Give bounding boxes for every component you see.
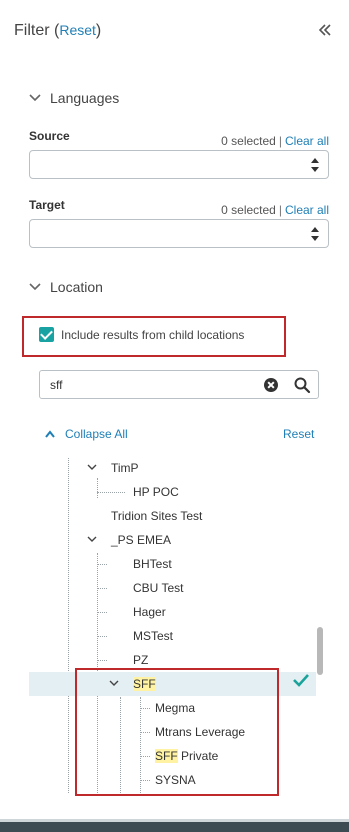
- tree-node-label[interactable]: PZ: [133, 653, 148, 667]
- location-search-box: [39, 370, 319, 399]
- target-meta: 0 selected | Clear all: [221, 203, 329, 217]
- tree-node[interactable]: CBU Test: [0, 576, 315, 600]
- tree-node[interactable]: _PS EMEA: [0, 528, 315, 552]
- double-chevron-left-icon: [318, 24, 331, 36]
- sort-arrows-icon: [311, 158, 319, 172]
- target-label: Target: [29, 198, 65, 212]
- tree-node-label[interactable]: CBU Test: [133, 581, 183, 595]
- include-child-locations-checkbox[interactable]: Include results from child locations: [39, 327, 244, 342]
- collapse-panel-button[interactable]: [315, 20, 335, 42]
- source-separator: |: [278, 134, 282, 148]
- search-icon[interactable]: [293, 376, 311, 394]
- location-search-input[interactable]: [50, 376, 250, 394]
- filter-reset-link[interactable]: Reset: [59, 22, 96, 38]
- target-selected-count: 0 selected: [221, 203, 276, 217]
- page-title: Filter (Reset): [14, 22, 101, 40]
- tree-node-label[interactable]: TimP: [111, 461, 139, 475]
- target-select[interactable]: [29, 219, 329, 248]
- source-meta: 0 selected | Clear all: [221, 134, 329, 148]
- tree-node[interactable]: TimP: [0, 456, 315, 480]
- tree-node-label[interactable]: Hager: [133, 605, 166, 619]
- clear-icon[interactable]: [264, 378, 278, 392]
- tree-node[interactable]: BHTest: [0, 552, 315, 576]
- collapse-all-label: Collapse All: [65, 427, 128, 441]
- source-selected-count: 0 selected: [221, 134, 276, 148]
- location-section-toggle[interactable]: Location: [28, 279, 103, 295]
- tree-node-label[interactable]: BHTest: [133, 557, 172, 571]
- tree-scrollbar[interactable]: [317, 627, 323, 675]
- checkbox-checked[interactable]: [39, 327, 54, 342]
- chevron-down-icon[interactable]: [87, 534, 97, 544]
- tree-node[interactable]: Tridion Sites Test: [0, 504, 315, 528]
- target-separator: |: [278, 203, 282, 217]
- highlight-box-sff-subtree: [75, 668, 279, 796]
- tree-node[interactable]: MSTest: [0, 624, 315, 648]
- tree-node-label[interactable]: MSTest: [133, 629, 173, 643]
- languages-section-title: Languages: [50, 90, 120, 106]
- source-clear-all-link[interactable]: Clear all: [285, 134, 329, 148]
- filter-title: Filter: [14, 22, 50, 39]
- collapse-all-button[interactable]: Collapse All: [44, 427, 128, 441]
- source-label: Source: [29, 129, 70, 143]
- source-select[interactable]: [29, 150, 329, 179]
- filter-panel: Filter (Reset) Languages Source 0 select…: [0, 0, 349, 832]
- chevron-down-icon: [29, 94, 41, 102]
- reset-close-paren: ): [95, 22, 102, 39]
- sort-arrows-icon: [311, 227, 319, 241]
- tree-reset-link[interactable]: Reset: [283, 427, 314, 441]
- languages-section-toggle[interactable]: Languages: [28, 90, 119, 106]
- location-section-title: Location: [50, 279, 103, 295]
- bottom-bar: [0, 822, 349, 832]
- tree-node-label[interactable]: HP POC: [133, 485, 179, 499]
- chevron-down-icon: [29, 283, 41, 291]
- chevron-up-icon: [45, 430, 55, 438]
- tree-node[interactable]: Hager: [0, 600, 315, 624]
- chevron-down-icon[interactable]: [87, 462, 97, 472]
- include-child-locations-label: Include results from child locations: [61, 327, 245, 342]
- checkmark-icon: [293, 674, 309, 687]
- tree-node[interactable]: HP POC: [0, 480, 315, 504]
- tree-node-label[interactable]: _PS EMEA: [111, 533, 171, 547]
- tree-node-label[interactable]: Tridion Sites Test: [111, 509, 202, 523]
- target-clear-all-link[interactable]: Clear all: [285, 203, 329, 217]
